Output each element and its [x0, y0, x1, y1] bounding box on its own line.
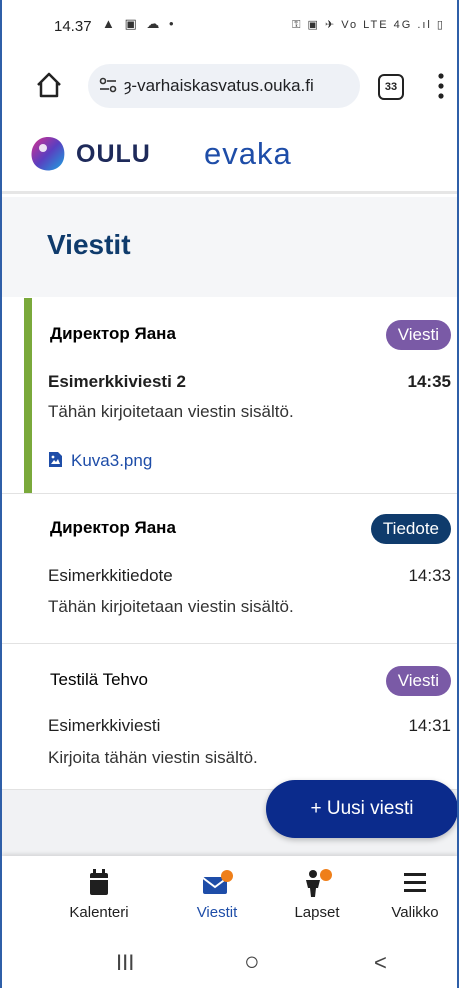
message-preview: Kirjoita tähän viestin sisältö.	[48, 748, 258, 767]
notification-icons: ▲ ▣ ☁ •	[102, 16, 177, 31]
message-subject: Esimerkkiviesti 2	[48, 372, 186, 391]
phone-frame: 14.37 ▲ ▣ ☁ • ⚿ ▣ ✈ Vo LTE 4G .ıl ▯ ȝ-va…	[0, 0, 459, 988]
nav-label: Kalenteri	[69, 904, 129, 921]
hamburger-menu-icon	[404, 873, 426, 892]
message-subject: Esimerkkitiedote	[48, 566, 173, 585]
message-subject: Esimerkkiviesti	[48, 716, 161, 735]
system-navigation-bar: III ○ <	[2, 936, 457, 988]
calendar-icon	[90, 869, 108, 895]
home-button[interactable]: ○	[244, 946, 260, 977]
message-sender: Директор Яана	[50, 518, 176, 537]
envelope-icon	[202, 870, 233, 894]
page-title-area: Viestit	[2, 197, 457, 297]
attachment-name: Kuva3.png	[71, 451, 153, 470]
oulu-logo-icon[interactable]	[28, 134, 68, 174]
nav-label: Lapset	[294, 904, 340, 921]
address-bar[interactable]: ȝ-varhaiskasvatus.ouka.fi	[88, 64, 360, 108]
app-name: evaka	[204, 136, 292, 171]
recents-button[interactable]: III	[116, 950, 134, 976]
bottom-navigation: Kalenteri Viestit Lapset Valikko	[2, 856, 457, 936]
status-time: 14.37	[54, 18, 92, 35]
message-preview: Tähän kirjoitetaan viestin sisältö.	[48, 597, 294, 616]
message-thread-item[interactable]: Testilä Tehvo Viesti Esimerkkiviesti 14:…	[2, 644, 457, 790]
message-preview: Tähän kirjoitetaan viestin sisältö.	[48, 402, 294, 421]
message-list: Директор Яана Viesti Esimerkkiviesti 2 1…	[2, 298, 457, 790]
browser-menu-icon[interactable]	[436, 70, 446, 102]
status-bar: 14.37 ▲ ▣ ☁ • ⚿ ▣ ✈ Vo LTE 4G .ıl ▯	[2, 0, 457, 52]
nav-item-menu[interactable]: Valikko	[370, 860, 457, 932]
tab-switcher-button[interactable]: 33	[378, 74, 404, 100]
site-settings-icon[interactable]	[98, 75, 118, 95]
system-status-icons: ⚿ ▣ ✈ Vo LTE 4G .ıl ▯	[292, 19, 445, 31]
message-type-badge: Viesti	[385, 320, 451, 350]
browser-toolbar: ȝ-varhaiskasvatus.ouka.fi 33	[2, 56, 457, 118]
message-thread-item[interactable]: Директор Яана Tiedote Esimerkkitiedote 1…	[2, 494, 457, 644]
back-button[interactable]: <	[374, 950, 387, 976]
home-icon[interactable]	[34, 70, 64, 100]
nav-item-calendar[interactable]: Kalenteri	[54, 860, 144, 932]
app-header: OULU evaka	[2, 120, 457, 194]
message-time: 14:31	[408, 716, 451, 735]
page-title: Viestit	[47, 229, 131, 260]
child-icon	[306, 869, 332, 897]
new-message-button[interactable]: + Uusi viesti	[266, 780, 457, 838]
message-sender: Testilä Tehvo	[50, 670, 148, 689]
message-type-badge: Tiedote	[370, 514, 451, 544]
image-file-icon	[49, 452, 62, 467]
nav-item-messages[interactable]: Viestit	[172, 860, 262, 932]
nav-label: Viestit	[196, 904, 238, 921]
message-time: 14:33	[408, 566, 451, 585]
message-sender: Директор Яана	[50, 324, 176, 343]
url-text: ȝ-varhaiskasvatus.ouka.fi	[124, 76, 314, 95]
message-thread-item[interactable]: Директор Яана Viesti Esimerkkiviesti 2 1…	[2, 298, 457, 494]
message-type-badge: Viesti	[385, 666, 451, 696]
nav-item-children[interactable]: Lapset	[272, 860, 362, 932]
nav-label: Valikko	[391, 904, 439, 921]
unread-indicator	[24, 298, 32, 493]
brand-name: OULU	[76, 140, 151, 168]
message-time: 14:35	[407, 372, 451, 391]
message-attachment[interactable]: Kuva3.png	[48, 451, 152, 471]
